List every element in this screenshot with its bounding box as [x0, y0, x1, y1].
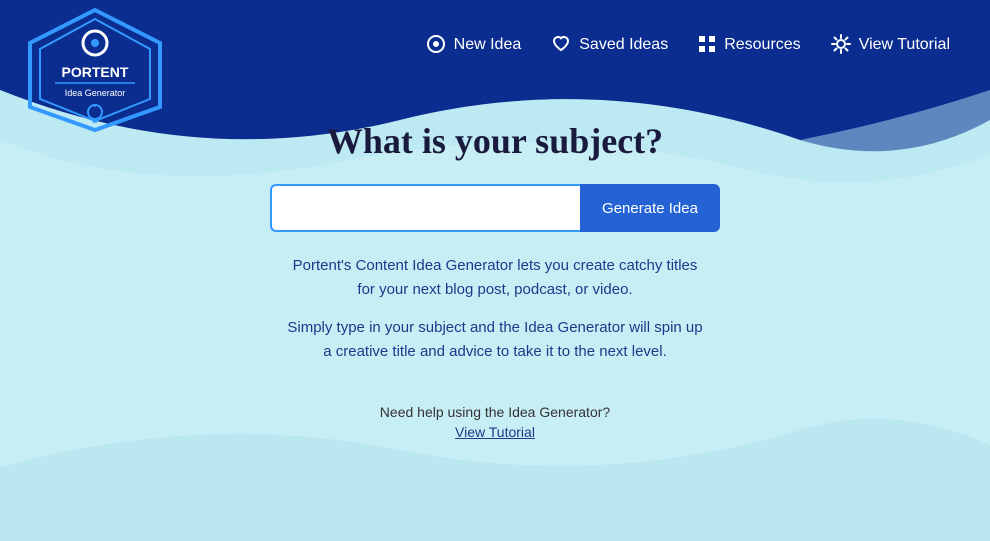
content-area: What is your subject? Generate Idea Port…	[0, 90, 990, 442]
logo: PORTENT Idea Generator	[20, 5, 170, 135]
nav-resources[interactable]: Resources	[698, 35, 800, 56]
page-title: What is your subject?	[327, 120, 663, 162]
help-text: Need help using the Idea Generator?	[380, 404, 610, 420]
nav-saved-ideas-label: Saved Ideas	[579, 36, 668, 54]
heart-icon	[551, 34, 571, 57]
svg-text:PORTENT: PORTENT	[62, 64, 129, 80]
view-tutorial-link[interactable]: View Tutorial	[455, 424, 535, 440]
header: PORTENT Idea Generator New Idea	[0, 0, 990, 90]
nav-new-idea-label: New Idea	[454, 36, 522, 54]
nav-resources-label: Resources	[724, 36, 800, 54]
input-row: Generate Idea	[270, 184, 720, 232]
grid-icon	[698, 35, 716, 56]
description-1: Portent's Content Idea Generator lets yo…	[285, 254, 705, 302]
nav-saved-ideas[interactable]: Saved Ideas	[551, 34, 668, 57]
nav-new-idea[interactable]: New Idea	[426, 34, 522, 57]
help-section: Need help using the Idea Generator? View…	[380, 404, 610, 442]
nav: New Idea Saved Ideas Resources	[426, 34, 950, 57]
new-idea-icon	[426, 34, 446, 57]
sun-icon	[831, 34, 851, 57]
nav-view-tutorial-label: View Tutorial	[859, 36, 950, 54]
subject-input[interactable]	[270, 184, 580, 232]
description-2: Simply type in your subject and the Idea…	[285, 316, 705, 364]
generate-idea-button[interactable]: Generate Idea	[580, 184, 720, 232]
main-content: What is your subject? Generate Idea Port…	[0, 90, 990, 541]
nav-view-tutorial[interactable]: View Tutorial	[831, 34, 950, 57]
svg-text:Idea Generator: Idea Generator	[65, 88, 126, 98]
